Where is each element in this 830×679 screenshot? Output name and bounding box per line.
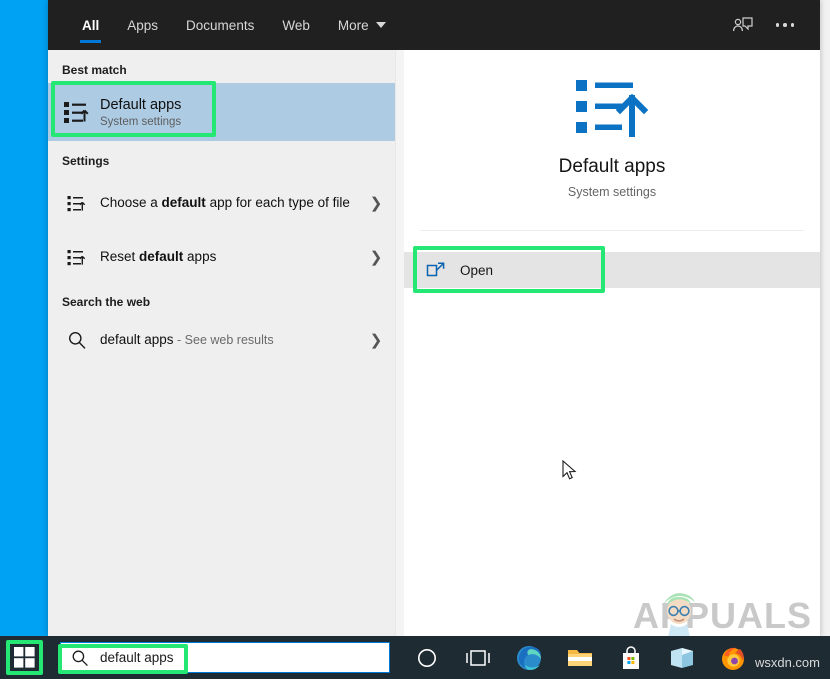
sticky-notes-icon[interactable]: [669, 645, 695, 671]
app-preview-title: Default apps: [558, 155, 666, 177]
windows-logo-icon: [13, 647, 35, 668]
person-feedback-icon[interactable]: [730, 12, 756, 38]
settings-item-title-bold: default: [161, 195, 206, 210]
web-search-suffix: - See web results: [173, 333, 274, 347]
search-results-body: Best match Default apps System settings …: [48, 50, 820, 636]
section-header-settings: Settings: [62, 154, 110, 168]
search-results-left-column: Best match Default apps System settings …: [48, 50, 396, 636]
column-divider: [396, 50, 404, 636]
desktop-right-filler: [820, 0, 830, 636]
settings-item-choose-default-app[interactable]: Choose a default app for each type of fi…: [48, 174, 395, 232]
windows-taskbar: default apps wsxdn.com: [0, 636, 830, 679]
settings-item-title: Reset default apps: [100, 248, 367, 266]
settings-item-title-bold: default: [139, 249, 184, 264]
cortana-icon[interactable]: [414, 645, 440, 671]
taskbar-search-box[interactable]: default apps: [60, 642, 390, 673]
preview-separator: [420, 230, 804, 231]
section-header-best-match: Best match: [62, 63, 127, 77]
result-item-default-apps[interactable]: Default apps System settings: [48, 83, 395, 141]
task-view-icon[interactable]: [465, 645, 491, 671]
settings-item-text: Reset default apps: [94, 248, 367, 266]
site-watermark-text: wsxdn.com: [754, 655, 820, 670]
tab-documents-label: Documents: [186, 17, 255, 33]
taskbar-app-icons: [414, 645, 746, 671]
chevron-right-icon: ❯: [369, 249, 383, 266]
open-external-icon: [426, 259, 448, 281]
search-icon: [60, 330, 94, 350]
section-header-search-the-web: Search the web: [62, 295, 151, 309]
web-search-title: default apps - See web results: [100, 331, 367, 349]
tab-apps-label: Apps: [127, 17, 159, 33]
result-item-text: Default apps System settings: [94, 96, 385, 128]
settings-item-title-suffix: app for each type of file: [205, 195, 350, 210]
mozilla-firefox-icon[interactable]: [720, 645, 746, 671]
settings-item-text: Choose a default app for each type of fi…: [94, 194, 367, 212]
search-icon: [71, 649, 89, 667]
search-header: All Apps Documents Web More: [48, 0, 820, 50]
mouse-cursor-icon: [562, 459, 578, 482]
open-action-row[interactable]: Open: [404, 252, 820, 480]
settings-item-title-suffix: apps: [183, 249, 217, 264]
chevron-right-icon: ❯: [369, 195, 383, 212]
tab-more-label: More: [337, 17, 369, 33]
result-item-title: Default apps: [100, 97, 182, 113]
file-explorer-icon[interactable]: [567, 645, 593, 671]
web-search-query: default apps: [100, 332, 174, 347]
settings-list-icon: [60, 248, 94, 267]
settings-item-title-prefix: Choose a: [100, 195, 162, 210]
default-apps-large-icon: [574, 74, 650, 140]
search-tabs: All Apps Documents Web More: [68, 0, 400, 50]
tab-all[interactable]: All: [68, 0, 113, 50]
result-item-subtitle: System settings: [100, 116, 182, 128]
web-search-text: default apps - See web results: [94, 331, 367, 349]
header-actions: [730, 12, 820, 38]
tab-web[interactable]: Web: [268, 0, 324, 50]
settings-list-icon: [60, 194, 94, 213]
app-preview: Default apps System settings: [404, 50, 820, 222]
tab-all-label: All: [82, 17, 100, 33]
web-search-item[interactable]: default apps - See web results ❯: [48, 315, 395, 365]
tab-apps[interactable]: Apps: [113, 0, 172, 50]
settings-item-title: Choose a default app for each type of fi…: [100, 194, 367, 212]
ellipsis-dots: [775, 23, 795, 27]
settings-item-reset-default-apps[interactable]: Reset default apps ❯: [48, 232, 395, 282]
search-flyout-panel: All Apps Documents Web More Best match D…: [48, 0, 820, 637]
search-preview-right-column: Default apps System settings Open: [404, 50, 820, 636]
app-preview-subtitle: System settings: [567, 184, 657, 199]
taskbar-search-value[interactable]: default apps: [100, 650, 174, 665]
tab-documents[interactable]: Documents: [172, 0, 268, 50]
tab-more[interactable]: More: [324, 0, 400, 50]
ellipsis-icon[interactable]: [772, 12, 798, 38]
start-button[interactable]: [0, 636, 48, 679]
settings-item-title-prefix: Reset: [100, 249, 140, 264]
default-apps-list-icon: [60, 99, 94, 125]
chevron-right-icon: ❯: [369, 332, 383, 349]
open-action-label: Open: [460, 262, 494, 278]
microsoft-store-icon[interactable]: [618, 645, 644, 671]
chevron-down-icon: [375, 22, 386, 28]
microsoft-edge-icon[interactable]: [516, 645, 542, 671]
tab-web-label: Web: [282, 17, 310, 33]
